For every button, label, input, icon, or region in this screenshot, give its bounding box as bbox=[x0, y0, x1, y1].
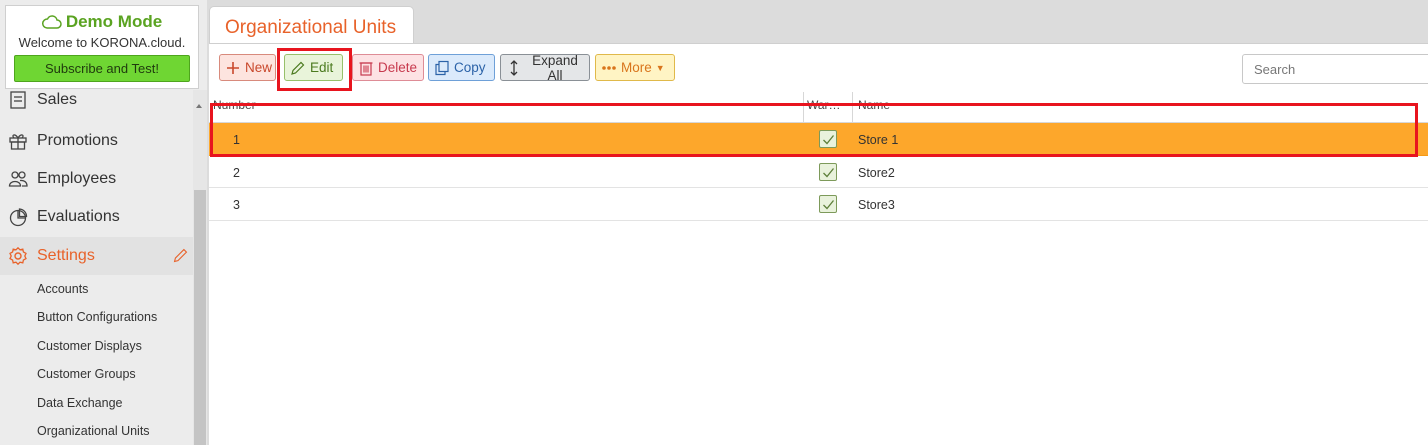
gear-icon bbox=[9, 246, 27, 266]
search-input[interactable] bbox=[1242, 54, 1428, 84]
trash-icon bbox=[359, 61, 373, 76]
dots-icon bbox=[602, 65, 616, 70]
copy-button[interactable]: Copy bbox=[428, 54, 495, 81]
sidebar-item-label: Employees bbox=[37, 170, 117, 187]
sidebar-subitem-data-exchange[interactable]: Data Exchange bbox=[37, 393, 122, 413]
sidebar-item-label: Evaluations bbox=[37, 208, 120, 225]
delete-button-label: Delete bbox=[378, 60, 418, 75]
sidebar-item-promotions[interactable]: Promotions bbox=[0, 122, 193, 160]
scroll-thumb[interactable] bbox=[194, 190, 206, 445]
scroll-up-arrow-icon[interactable] bbox=[196, 104, 202, 108]
delete-button[interactable]: Delete bbox=[352, 54, 424, 81]
more-button[interactable]: More ▼ bbox=[595, 54, 675, 81]
expand-all-button[interactable]: Expand All bbox=[500, 52, 590, 83]
copy-icon bbox=[435, 60, 449, 75]
tab-organizational-units[interactable]: Organizational Units bbox=[209, 6, 414, 44]
users-icon bbox=[8, 171, 28, 187]
demo-mode-title: Demo Mode bbox=[6, 12, 198, 32]
sidebar-item-label: Promotions bbox=[37, 132, 118, 149]
sidebar-item-label: Sales bbox=[37, 91, 78, 108]
sidebar-scrollbar[interactable] bbox=[193, 90, 207, 445]
sidebar-subitem-organizational-units[interactable]: Organizational Units bbox=[37, 421, 150, 441]
cell-name: Store2 bbox=[858, 165, 895, 180]
toolbar: New Edit Delete Copy Expand All More ▼ bbox=[209, 44, 1428, 92]
welcome-text: Welcome to KORONA.cloud. bbox=[18, 35, 186, 50]
subscribe-button[interactable]: Subscribe and Test! bbox=[14, 55, 190, 82]
sidebar-subitem-button-configurations[interactable]: Button Configurations bbox=[37, 307, 157, 327]
table-row[interactable]: 3 Store3 bbox=[209, 188, 1428, 221]
selected-row-highlight bbox=[210, 103, 1418, 157]
sidebar-subitem-customer-groups[interactable]: Customer Groups bbox=[37, 364, 136, 384]
more-button-label: More bbox=[621, 60, 652, 75]
sidebar-item-label: Settings bbox=[37, 247, 95, 264]
cloud-icon bbox=[41, 15, 62, 29]
new-button-label: New bbox=[245, 60, 273, 75]
pencil-icon[interactable] bbox=[172, 247, 189, 264]
sidebar-item-evaluations[interactable]: Evaluations bbox=[0, 198, 193, 236]
checkmark-icon bbox=[823, 200, 835, 210]
table-row[interactable]: 2 Store2 bbox=[209, 156, 1428, 188]
vertical-arrows-icon bbox=[510, 59, 518, 76]
cell-number: 3 bbox=[233, 198, 240, 212]
warehouse-checkbox[interactable] bbox=[819, 195, 837, 213]
sidebar-item-settings[interactable]: Settings bbox=[0, 237, 193, 275]
sidebar-subitem-customer-displays[interactable]: Customer Displays bbox=[37, 336, 142, 356]
expand-all-button-label: Expand All bbox=[532, 52, 578, 83]
sidebar-item-employees[interactable]: Employees bbox=[0, 160, 193, 198]
edit-button-highlight bbox=[277, 48, 352, 91]
gift-icon bbox=[9, 134, 27, 150]
pie-chart-icon bbox=[9, 208, 28, 227]
checkmark-icon bbox=[823, 167, 835, 177]
demo-mode-panel: Demo Mode Welcome to KORONA.cloud. Subsc… bbox=[5, 5, 199, 89]
cell-name: Store3 bbox=[858, 198, 895, 212]
plus-icon bbox=[227, 61, 239, 74]
caret-down-icon: ▼ bbox=[655, 62, 665, 73]
demo-mode-label: Demo Mode bbox=[65, 12, 163, 31]
sidebar: Demo Mode Welcome to KORONA.cloud. Subsc… bbox=[0, 0, 207, 445]
cell-number: 2 bbox=[233, 165, 240, 180]
receipt-icon bbox=[10, 91, 26, 109]
sidebar-item-sales[interactable]: Sales bbox=[0, 86, 193, 114]
warehouse-checkbox[interactable] bbox=[819, 162, 837, 181]
new-button[interactable]: New bbox=[219, 54, 276, 81]
sidebar-subitem-accounts[interactable]: Accounts bbox=[37, 279, 88, 299]
copy-button-label: Copy bbox=[454, 60, 486, 75]
